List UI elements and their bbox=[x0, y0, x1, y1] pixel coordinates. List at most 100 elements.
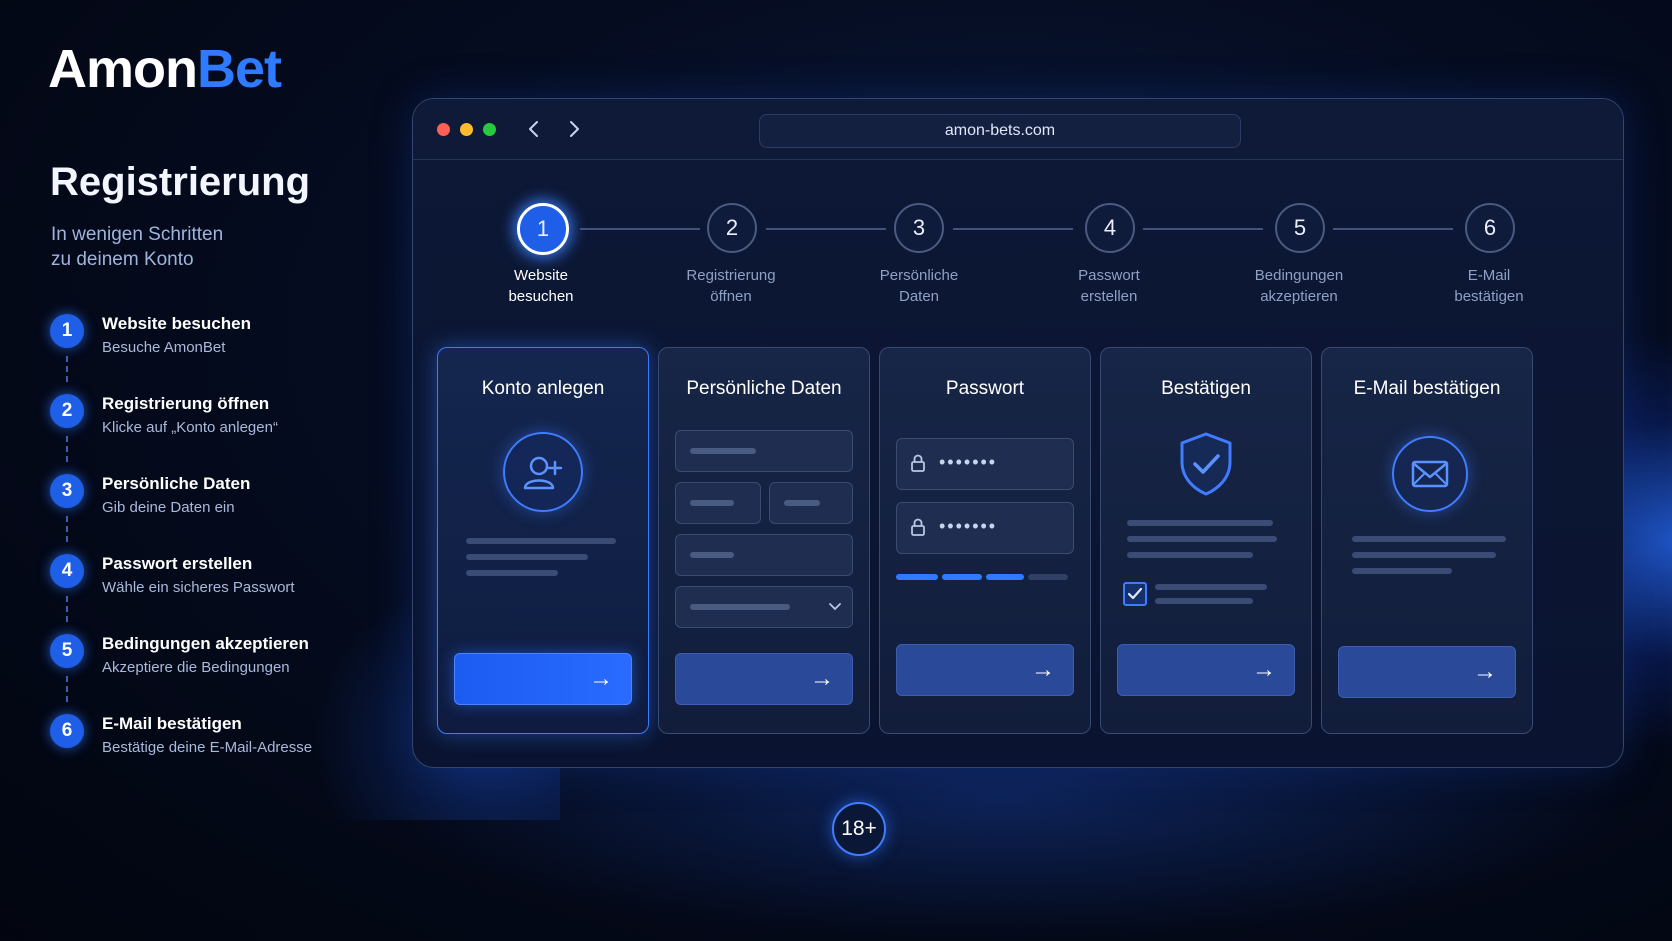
text-placeholder bbox=[466, 538, 616, 544]
last-name-field[interactable] bbox=[769, 482, 853, 524]
password-field[interactable]: ••••••• bbox=[896, 438, 1074, 490]
progress-label-line: besuchen bbox=[508, 288, 574, 305]
step-item: 1 Website besuchen Besuche AmonBet bbox=[50, 314, 360, 394]
step-description: Besuche AmonBet bbox=[102, 339, 226, 356]
terms-checkbox[interactable] bbox=[1123, 582, 1147, 606]
strength-segment bbox=[986, 574, 1024, 580]
progress-connector bbox=[766, 228, 886, 230]
text-placeholder bbox=[466, 570, 558, 576]
progress-step-3[interactable]: 3 bbox=[894, 203, 944, 253]
text-placeholder bbox=[1127, 536, 1277, 542]
text-placeholder bbox=[466, 554, 588, 560]
card-title: Persönliche Daten bbox=[686, 378, 842, 399]
password-mask: ••••••• bbox=[939, 516, 998, 536]
step-number-badge: 2 bbox=[50, 394, 84, 428]
card-create-account: Konto anlegen → bbox=[437, 347, 649, 734]
personal-data-next-button[interactable]: → bbox=[675, 653, 853, 705]
progress-step-4[interactable]: 4 bbox=[1085, 203, 1135, 253]
progress-step-5[interactable]: 5 bbox=[1275, 203, 1325, 253]
arrow-right-icon: → bbox=[589, 665, 613, 692]
confirm-password-field[interactable]: ••••••• bbox=[896, 502, 1074, 554]
progress-label-4: Passwort erstellen bbox=[1039, 265, 1179, 307]
password-next-button[interactable]: → bbox=[896, 644, 1074, 696]
checkmark-icon bbox=[1127, 587, 1143, 600]
email-verify-next-button[interactable]: → bbox=[1338, 646, 1516, 698]
step-connector bbox=[66, 676, 68, 702]
progress-label-5: Bedingungen akzeptieren bbox=[1229, 265, 1369, 307]
step-description: Akzeptiere die Bedingungen bbox=[102, 659, 290, 676]
address-field[interactable] bbox=[675, 534, 853, 576]
brand-logo: AmonBet bbox=[48, 38, 282, 100]
text-placeholder bbox=[1127, 520, 1273, 526]
subtitle-line-1: In wenigen Schritten bbox=[51, 224, 224, 245]
progress-connector bbox=[1143, 228, 1263, 230]
chevron-right-icon[interactable] bbox=[567, 119, 581, 145]
text-placeholder bbox=[1155, 584, 1267, 590]
password-mask: ••••••• bbox=[939, 452, 998, 472]
lock-icon bbox=[911, 518, 925, 536]
window-minimize-button[interactable] bbox=[460, 123, 473, 136]
first-name-field[interactable] bbox=[675, 482, 761, 524]
progress-label-line: bestätigen bbox=[1454, 288, 1524, 305]
confirm-next-button[interactable]: → bbox=[1117, 644, 1295, 696]
strength-segment bbox=[896, 574, 938, 580]
text-placeholder bbox=[1352, 568, 1452, 574]
age-restriction-badge: 18+ bbox=[832, 802, 886, 856]
progress-step-6[interactable]: 6 bbox=[1465, 203, 1515, 253]
step-connector bbox=[66, 516, 68, 542]
progress-label-line: Passwort bbox=[1078, 267, 1140, 284]
step-number-badge: 4 bbox=[50, 554, 84, 588]
text-placeholder bbox=[1155, 598, 1253, 604]
subtitle-line-2: zu deinem Konto bbox=[51, 249, 194, 270]
arrow-right-icon: → bbox=[1252, 656, 1276, 683]
progress-label-line: Persönliche bbox=[879, 267, 959, 284]
progress-label-line: Website bbox=[514, 267, 568, 284]
card-personal-data: Persönliche Daten → bbox=[658, 347, 870, 734]
step-connector bbox=[66, 596, 68, 622]
text-placeholder bbox=[1352, 552, 1496, 558]
arrow-right-icon: → bbox=[1473, 658, 1497, 685]
progress-label-1: Website besuchen bbox=[471, 265, 611, 307]
progress-step-1[interactable]: 1 bbox=[517, 203, 569, 255]
step-description: Gib deine Daten ein bbox=[102, 499, 235, 516]
page-subtitle: In wenigen Schritten zu deinem Konto bbox=[51, 222, 311, 272]
progress-label-line: erstellen bbox=[1080, 288, 1138, 305]
progress-label-line: Registrierung bbox=[686, 267, 776, 284]
chevron-left-icon[interactable] bbox=[527, 119, 541, 145]
step-title: Persönliche Daten bbox=[102, 474, 251, 493]
step-title: Passwort erstellen bbox=[102, 554, 253, 573]
step-item: 6 E-Mail bestätigen Bestätige deine E-Ma… bbox=[50, 714, 360, 794]
step-description: Bestätige deine E-Mail-Adresse bbox=[102, 739, 313, 756]
page-title: Registrierung bbox=[50, 160, 311, 204]
progress-label-line: Daten bbox=[898, 288, 940, 305]
progress-label-2: Registrierung öffnen bbox=[661, 265, 801, 307]
card-title: Passwort bbox=[945, 378, 1025, 399]
create-account-button[interactable]: → bbox=[454, 653, 632, 705]
window-maximize-button[interactable] bbox=[483, 123, 496, 136]
name-field[interactable] bbox=[675, 430, 853, 472]
arrow-right-icon: → bbox=[1031, 656, 1055, 683]
background-glow-floor bbox=[380, 760, 1630, 941]
country-select[interactable] bbox=[675, 586, 853, 628]
brand-logo-part1: Amon bbox=[48, 39, 198, 99]
address-bar[interactable]: amon-bets.com bbox=[759, 114, 1241, 148]
shield-check-icon bbox=[1176, 430, 1236, 503]
browser-toolbar: amon-bets.com bbox=[413, 99, 1623, 160]
strength-segment bbox=[942, 574, 982, 580]
progress-label-6: E-Mail bestätigen bbox=[1419, 265, 1559, 307]
card-email-verify: E-Mail bestätigen → bbox=[1321, 347, 1533, 734]
step-item: 2 Registrierung öffnen Klicke auf „Konto… bbox=[50, 394, 360, 474]
lock-icon bbox=[911, 454, 925, 472]
progress-step-2[interactable]: 2 bbox=[707, 203, 757, 253]
step-number-badge: 1 bbox=[50, 314, 84, 348]
progress-label-line: öffnen bbox=[710, 288, 752, 305]
card-title: Bestätigen bbox=[1161, 378, 1251, 399]
card-title: E-Mail bestätigen bbox=[1353, 378, 1501, 399]
step-item: 5 Bedingungen akzeptieren Akzeptiere die… bbox=[50, 634, 360, 714]
progress-connector bbox=[580, 228, 700, 230]
card-title: Konto anlegen bbox=[481, 378, 605, 399]
card-password: Passwort ••••••• ••••••• → bbox=[879, 347, 1091, 734]
step-number-badge: 6 bbox=[50, 714, 84, 748]
browser-window: amon-bets.com 1 2 3 4 5 6 Website besuch… bbox=[412, 98, 1624, 768]
window-close-button[interactable] bbox=[437, 123, 450, 136]
